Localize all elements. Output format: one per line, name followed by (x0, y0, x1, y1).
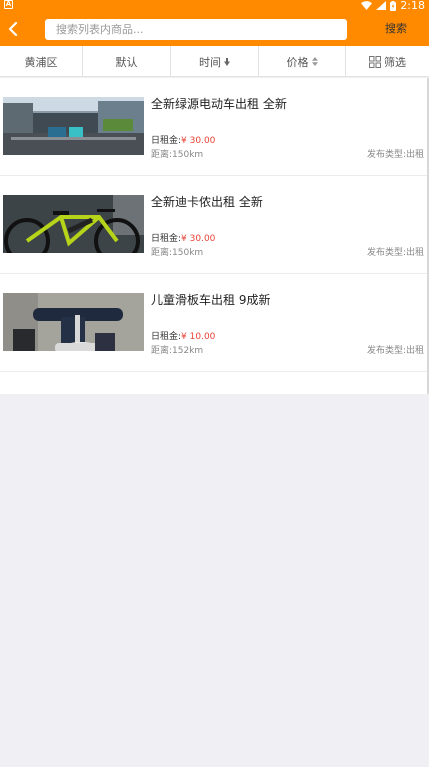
filter-district[interactable]: 黄浦区 (0, 46, 83, 77)
rent-row: 日租金:¥ 30.00 (151, 133, 215, 146)
publish-type: 发布类型:出租 (366, 346, 424, 356)
sort-down-icon (224, 57, 230, 66)
product-thumbnail (3, 97, 144, 155)
grid-icon (369, 55, 381, 68)
filter-price-label: 价格 (286, 55, 309, 69)
back-button[interactable] (3, 18, 23, 40)
filter-default[interactable]: 默认 (83, 46, 171, 77)
search-input[interactable]: 搜索列表内商品... (45, 19, 347, 40)
product-title: 全新绿源电动车出租 全新 (151, 97, 287, 111)
rent-row: 日租金:¥ 30.00 (151, 231, 215, 244)
product-thumbnail (3, 195, 144, 253)
distance: 距离:152km (151, 346, 204, 356)
product-title: 儿童滑板车出租 9成新 (151, 293, 271, 307)
rent-row: 日租金:¥ 10.00 (151, 329, 215, 342)
search-button[interactable]: 搜索 (385, 22, 407, 36)
distance: 距离:150km (151, 248, 204, 258)
filter-screen[interactable]: 筛选 (346, 46, 429, 77)
filter-bar: 黄浦区 默认 时间 价格 筛选 (0, 46, 429, 77)
product-list: 全新绿源电动车出租 全新 日租金:¥ 30.00 距离:150km 发布类型:出… (0, 78, 429, 394)
wifi-icon (361, 1, 373, 10)
filter-price[interactable]: 价格 (259, 46, 346, 77)
rent-price: ¥ 30.00 (181, 136, 216, 146)
publish-type: 发布类型:出租 (366, 248, 424, 258)
list-item[interactable]: 全新迪卡侬出租 全新 日租金:¥ 30.00 距离:150km 发布类型:出租 (0, 176, 427, 274)
notification-icon: A (4, 0, 13, 9)
filter-screen-label: 筛选 (384, 55, 406, 69)
rent-label: 日租金: (151, 234, 182, 244)
rent-label: 日租金: (151, 332, 182, 342)
battery-icon (390, 0, 397, 11)
filter-district-label: 黄浦区 (24, 55, 58, 69)
filter-default-label: 默认 (115, 55, 138, 69)
distance: 距离:150km (151, 150, 204, 160)
back-arrow-icon (8, 22, 18, 36)
list-item[interactable]: 全新绿源电动车出租 全新 日租金:¥ 30.00 距离:150km 发布类型:出… (0, 78, 427, 176)
rent-price: ¥ 30.00 (181, 234, 216, 244)
sort-updown-icon (311, 57, 318, 66)
publish-type: 发布类型:出租 (366, 150, 424, 160)
signal-icon (376, 1, 387, 10)
filter-time[interactable]: 时间 (171, 46, 259, 77)
product-title: 全新迪卡侬出租 全新 (151, 195, 263, 209)
clock: 2:18 (400, 0, 425, 12)
product-thumbnail (3, 293, 144, 351)
status-bar: A 2:18 (0, 0, 429, 12)
rent-price: ¥ 10.00 (181, 332, 216, 342)
list-item[interactable]: 儿童滑板车出租 9成新 日租金:¥ 10.00 距离:152km 发布类型:出租 (0, 274, 427, 372)
status-icons: 2:18 (361, 0, 425, 12)
rent-label: 日租金: (151, 136, 182, 146)
top-bar: 搜索列表内商品... 搜索 (0, 12, 429, 46)
filter-time-label: 时间 (199, 55, 221, 69)
